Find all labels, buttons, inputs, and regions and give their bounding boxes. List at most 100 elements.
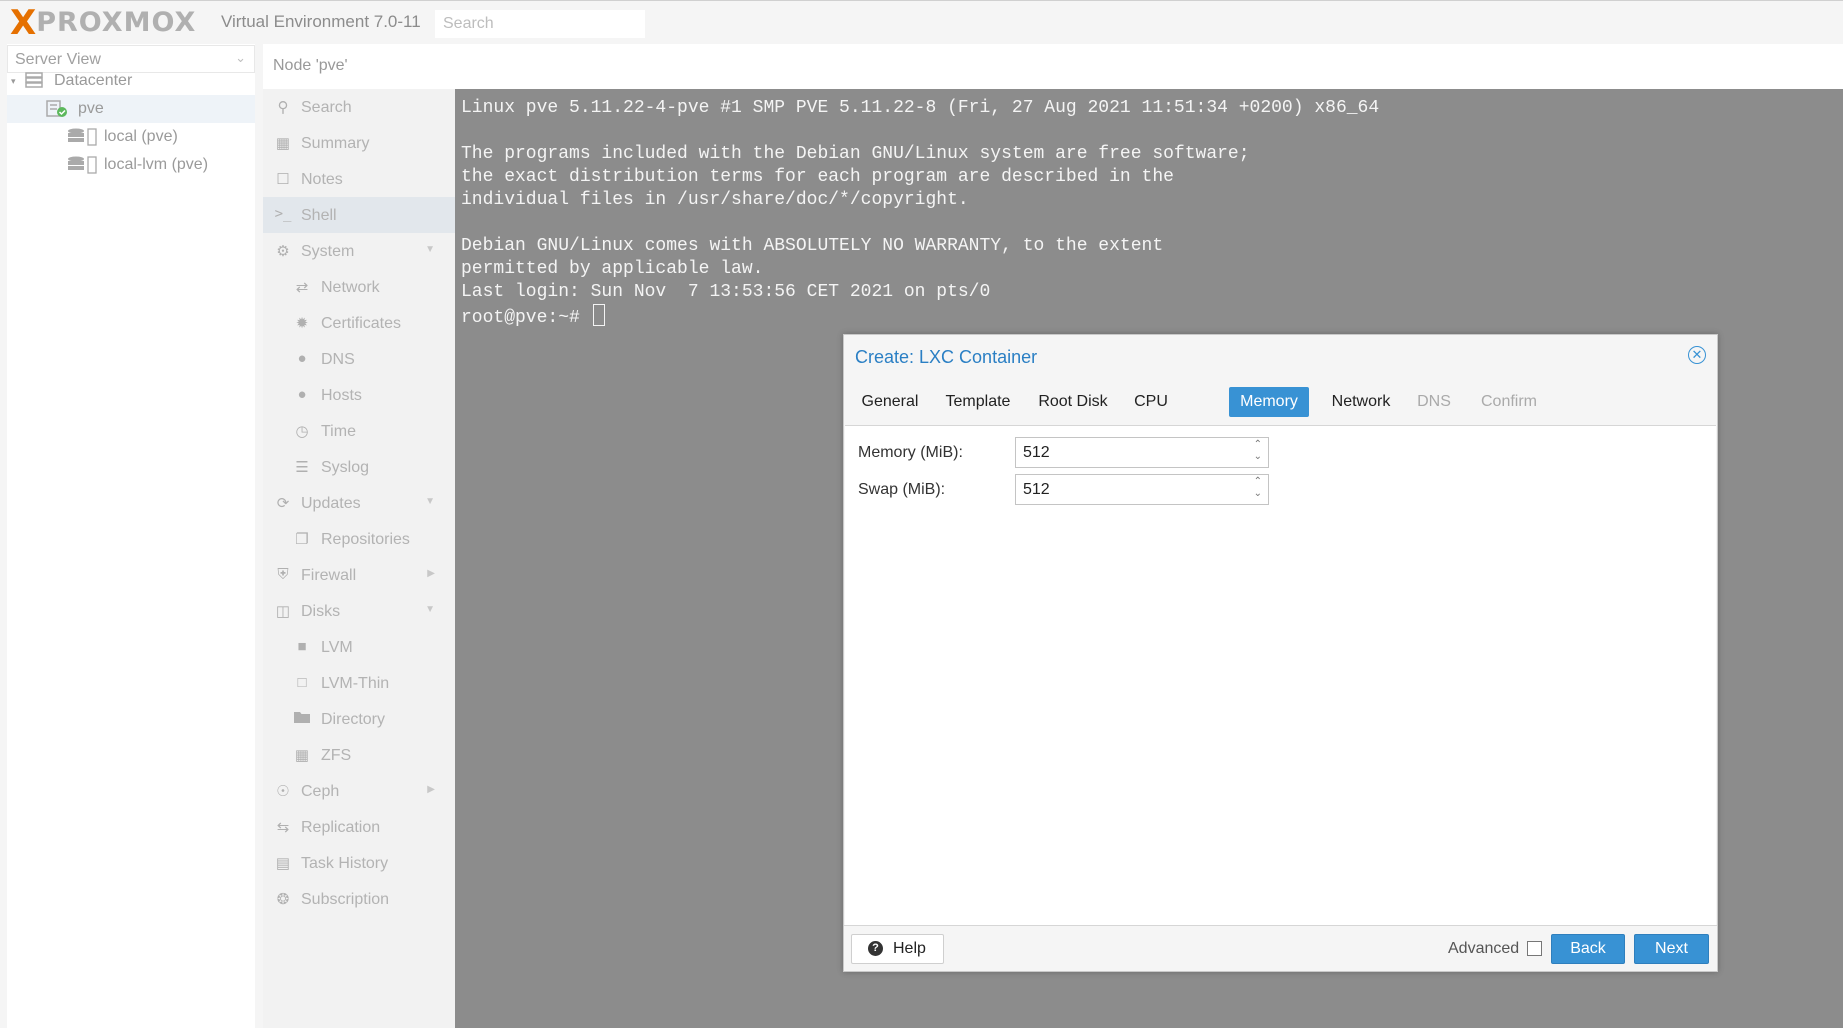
nav-item-updates[interactable]: ⟳ Updates ▼	[263, 485, 455, 521]
next-button[interactable]: Next	[1634, 934, 1709, 964]
resource-tree-panel: Server View ⌄ ▾ Datacenter pve local (pv…	[7, 44, 255, 1028]
nav-item-dns[interactable]: ● DNS	[263, 341, 455, 377]
nav-item-subscription[interactable]: ❂ Subscription	[263, 881, 455, 917]
tab-general[interactable]: General	[854, 387, 926, 417]
nav-item-search[interactable]: ⚲ Search	[263, 89, 455, 125]
console-line: Debian GNU/Linux comes with ABSOLUTELY N…	[461, 236, 1164, 256]
help-button[interactable]: ? Help	[851, 934, 944, 964]
retweet-icon: ⇆	[276, 819, 290, 836]
storage-icon	[67, 128, 99, 150]
tree-item-storage-local-lvm[interactable]: local-lvm (pve)	[7, 151, 255, 179]
nav-item-network[interactable]: ⇄ Network	[263, 269, 455, 305]
node-header: Node 'pve'	[263, 44, 1843, 89]
close-icon[interactable]: ✕	[1688, 346, 1706, 364]
nav-item-notes[interactable]: ☐ Notes	[263, 161, 455, 197]
submenu-arrow-icon[interactable]: ▶	[427, 568, 435, 579]
nav-item-lvm-thin[interactable]: □ LVM-Thin	[263, 665, 455, 701]
nav-item-time[interactable]: ◷ Time	[263, 413, 455, 449]
globe-icon: ●	[297, 386, 307, 403]
nav-label: Replication	[301, 819, 381, 836]
nav-item-syslog[interactable]: ☰ Syslog	[263, 449, 455, 485]
memory-input[interactable]: 512 ⌃ ⌄	[1015, 437, 1269, 468]
files-icon: ❐	[295, 531, 309, 548]
back-button[interactable]: Back	[1551, 934, 1625, 964]
certificate-icon: ✹	[295, 315, 309, 332]
nav-item-directory[interactable]: Directory	[263, 701, 455, 737]
console-output: Linux pve 5.11.22-4-pve #1 SMP PVE 5.11.…	[461, 97, 1379, 330]
nav-label: Summary	[301, 135, 370, 152]
square-outline-icon: □	[297, 674, 307, 691]
tab-template[interactable]: Template	[935, 387, 1021, 417]
console-line: the exact distribution terms for each pr…	[461, 167, 1174, 187]
nav-label: LVM-Thin	[321, 675, 390, 692]
nav-item-lvm[interactable]: ■ LVM	[263, 629, 455, 665]
tree-item-label: local-lvm (pve)	[104, 156, 209, 173]
nav-item-zfs[interactable]: ▦ ZFS	[263, 737, 455, 773]
nav-item-task-history[interactable]: ▤ Task History	[263, 845, 455, 881]
clock-icon: ◷	[295, 423, 309, 440]
collapse-arrow-icon[interactable]: ▾	[11, 76, 16, 87]
tree-item-storage-local[interactable]: local (pve)	[7, 123, 255, 151]
terminal-icon: >_	[274, 206, 292, 222]
expand-arrow-icon[interactable]: ▼	[425, 604, 435, 615]
nav-item-replication[interactable]: ⇆ Replication	[263, 809, 455, 845]
dialog-title: Create: LXC Container	[855, 347, 1038, 367]
logo-wordmark: PROXMOX	[36, 7, 197, 38]
nav-label: ZFS	[321, 747, 352, 764]
console-prompt: root@pve:~#	[461, 308, 591, 328]
summary-icon: ▦	[275, 135, 291, 152]
nav-item-disks[interactable]: ◫ Disks ▼	[263, 593, 455, 629]
memory-panel: Memory (MiB): 512 ⌃ ⌄ Swap (MiB): 512 ⌃ ⌄	[845, 425, 1716, 925]
nav-item-firewall[interactable]: ⛨ Firewall ▶	[263, 557, 455, 593]
nav-item-ceph[interactable]: ☉ Ceph ▶	[263, 773, 455, 809]
nav-label: Time	[321, 423, 356, 440]
console-line: The programs included with the Debian GN…	[461, 144, 1250, 164]
nav-label: Notes	[301, 171, 343, 188]
swap-value: 512	[1023, 481, 1050, 498]
swap-label: Swap (MiB):	[858, 481, 946, 498]
spinner-updown-icon[interactable]: ⌃ ⌄	[1254, 476, 1262, 500]
tab-cpu[interactable]: CPU	[1126, 387, 1176, 417]
square-icon: ■	[297, 638, 307, 655]
top-bar: X PROXMOX Virtual Environment 7.0-11	[0, 0, 1843, 44]
submenu-arrow-icon[interactable]: ▶	[427, 784, 435, 795]
tab-root-disk[interactable]: Root Disk	[1029, 387, 1117, 417]
nav-label: Disks	[301, 603, 341, 620]
dialog-footer: ? Help Advanced Back Next	[844, 925, 1717, 971]
tab-memory[interactable]: Memory	[1229, 387, 1309, 417]
advanced-checkbox[interactable]	[1527, 941, 1542, 956]
nav-item-hosts[interactable]: ● Hosts	[263, 377, 455, 413]
console-line: Last login: Sun Nov 7 13:53:56 CET 2021 …	[461, 282, 991, 302]
node-nav-menu: ⚲ Search ▦ Summary ☐ Notes >_ Shell ⚙ Sy…	[263, 89, 455, 1028]
global-search-input[interactable]	[435, 10, 645, 38]
nav-item-shell[interactable]: >_ Shell	[263, 197, 455, 233]
tab-network[interactable]: Network	[1322, 387, 1400, 417]
nav-label: Search	[301, 99, 352, 116]
tree-item-node-pve[interactable]: pve	[7, 95, 255, 123]
expand-arrow-icon[interactable]: ▼	[425, 244, 435, 255]
nav-item-system[interactable]: ⚙ System ▼	[263, 233, 455, 269]
nav-label: Subscription	[301, 891, 390, 908]
folder-icon	[292, 710, 312, 727]
nav-label: Ceph	[301, 783, 340, 800]
expand-arrow-icon[interactable]: ▼	[425, 496, 435, 507]
globe-icon: ●	[297, 350, 307, 367]
nav-item-summary[interactable]: ▦ Summary	[263, 125, 455, 161]
proxmox-logo[interactable]: X PROXMOX	[10, 5, 196, 41]
advanced-label: Advanced	[1448, 940, 1520, 957]
swap-input[interactable]: 512 ⌃ ⌄	[1015, 474, 1269, 505]
grid-icon: ▦	[294, 747, 310, 764]
network-icon: ⇄	[295, 279, 309, 296]
nav-item-repositories[interactable]: ❐ Repositories	[263, 521, 455, 557]
tree-item-datacenter[interactable]: ▾ Datacenter	[7, 67, 255, 95]
gears-icon: ⚙	[276, 243, 290, 260]
nav-label: Firewall	[301, 567, 357, 584]
nav-label: Certificates	[321, 315, 402, 332]
help-label: Help	[893, 940, 926, 957]
spinner-updown-icon[interactable]: ⌃ ⌄	[1254, 439, 1262, 463]
nav-item-certificates[interactable]: ✹ Certificates	[263, 305, 455, 341]
node-online-icon	[46, 100, 68, 122]
datacenter-icon	[25, 72, 43, 92]
tree-item-label: local (pve)	[104, 128, 178, 145]
tasklist-icon: ▤	[275, 855, 291, 872]
